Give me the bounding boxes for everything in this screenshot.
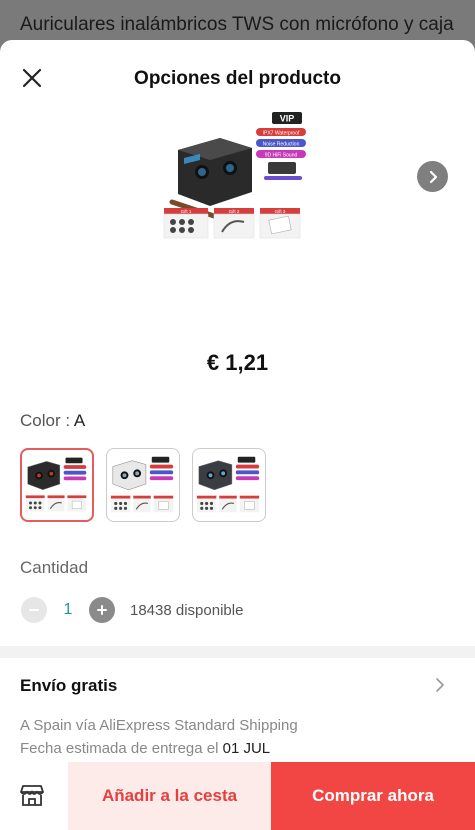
delivery-date: 01 JUL xyxy=(222,740,271,757)
color-option-a[interactable] xyxy=(20,448,94,522)
stock-available: 18438 disponible xyxy=(130,601,244,619)
product-price: € 1,21 xyxy=(206,350,269,375)
gift-label-2: Gift 2 xyxy=(229,209,240,214)
store-icon[interactable] xyxy=(19,782,45,808)
image-bullet-1: IPX7 Waterproof xyxy=(263,131,300,137)
shipping-method: A Spain vía AliExpress Standard Shipping xyxy=(20,717,298,734)
quantity-label: Cantidad xyxy=(20,558,89,577)
delivery-estimate: Fecha estimada de entrega el 01 JUL xyxy=(20,740,270,757)
color-option-b[interactable] xyxy=(106,448,180,522)
add-to-cart-button[interactable]: Añadir a la cesta xyxy=(68,762,271,830)
minus-icon xyxy=(29,609,39,611)
color-option-c[interactable] xyxy=(192,448,266,522)
product-options-sheet: Opciones del producto VIP IPX7 Waterproo… xyxy=(0,40,475,830)
quantity-value[interactable]: 1 xyxy=(47,601,89,619)
color-option-thumbnail xyxy=(196,456,260,513)
chevron-right-icon xyxy=(429,170,437,183)
color-option-thumbnail xyxy=(110,456,174,513)
color-option-thumbnail xyxy=(25,457,87,512)
product-image: VIP IPX7 Waterproof Noise Reduction 9D H… xyxy=(163,112,306,239)
sheet-title: Opciones del producto xyxy=(134,68,341,89)
color-label: Color : A xyxy=(20,411,85,431)
gift-label-1: Gift 1 xyxy=(181,209,192,214)
delivery-estimate-prefix: Fecha estimada de entrega el xyxy=(20,740,223,757)
vip-badge: VIP xyxy=(280,114,295,124)
background-product-title: Auriculares inalámbricos TWS con micrófo… xyxy=(20,14,454,35)
next-image-button[interactable] xyxy=(417,161,448,192)
buy-now-button[interactable]: Comprar ahora xyxy=(271,762,475,830)
increase-quantity-button[interactable] xyxy=(89,597,115,623)
plus-icon xyxy=(97,605,107,615)
image-bullet-2: Noise Reduction xyxy=(263,142,300,148)
color-label-text: Color : xyxy=(20,411,74,430)
shipping-title[interactable]: Envío gratis xyxy=(20,676,117,696)
decrease-quantity-button[interactable] xyxy=(21,597,47,623)
color-value: A xyxy=(73,411,86,430)
image-bullet-3: 9D HiFi Sound xyxy=(265,153,298,159)
chevron-right-icon[interactable] xyxy=(433,676,447,694)
quantity-stepper: 1 18438 disponible xyxy=(21,596,243,624)
section-divider xyxy=(0,646,475,658)
color-swatches xyxy=(20,448,266,522)
gift-label-3: Gift 3 xyxy=(275,209,286,214)
bottom-action-bar: Añadir a la cesta Comprar ahora xyxy=(0,762,475,830)
